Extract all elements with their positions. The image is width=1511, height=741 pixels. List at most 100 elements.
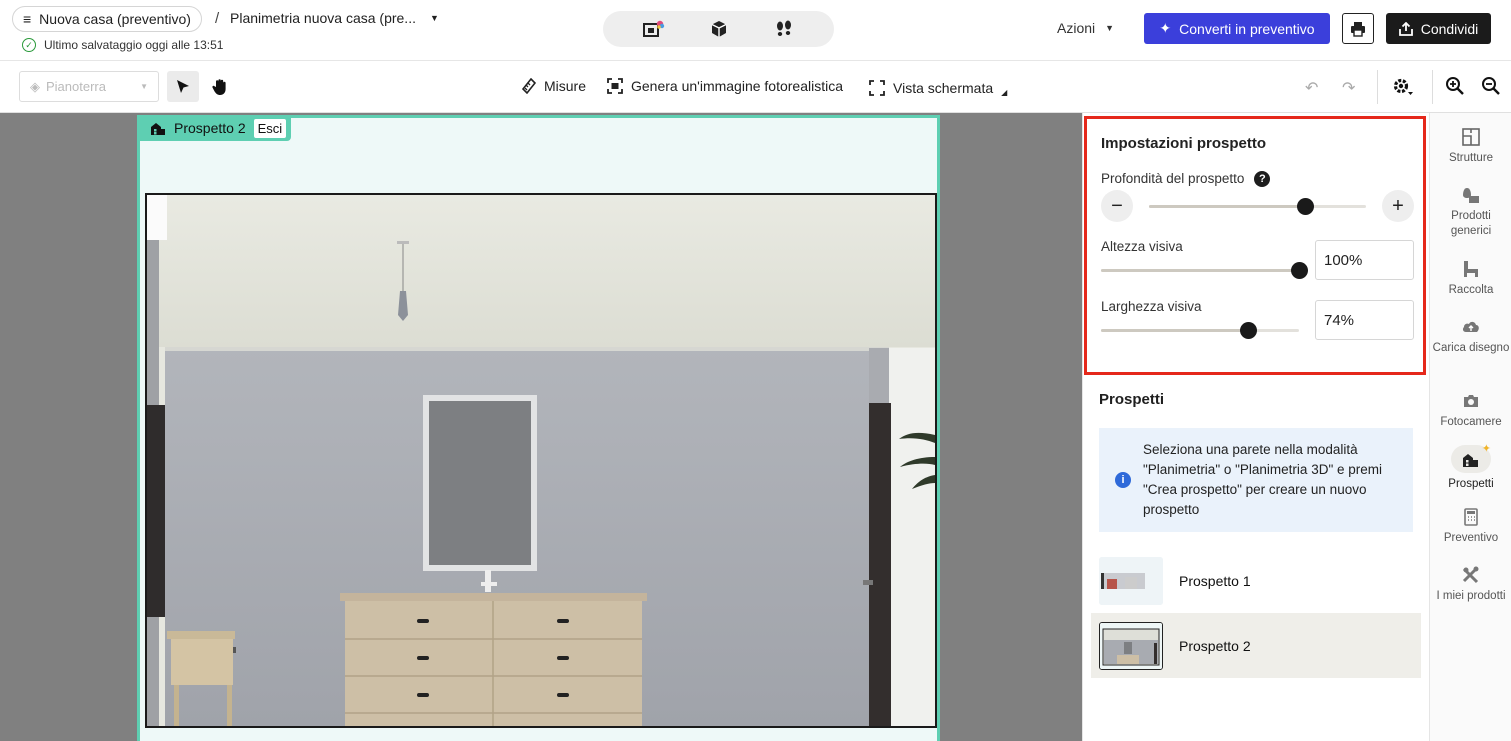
zoom-out-icon <box>1482 77 1500 95</box>
pan-tool-button[interactable] <box>205 71 235 102</box>
rail-item-elevations[interactable]: ✦ Prospetti <box>1430 443 1511 492</box>
plus-icon: + <box>1392 194 1404 217</box>
3d-box-icon <box>711 21 726 37</box>
rail-label: Carica disegno <box>1432 342 1510 354</box>
gear-icon <box>1393 78 1413 95</box>
rail-label: Raccolta <box>1448 284 1494 296</box>
toolbar: ◈ Pianoterra ▼ Misure Genera un'immagine… <box>0 61 1511 113</box>
height-slider-knob[interactable] <box>1291 262 1308 279</box>
undo-icon[interactable]: ↶ <box>1305 78 1318 98</box>
depth-slider-knob[interactable] <box>1297 198 1315 215</box>
info-box: i Seleziona una parete nella modalità "P… <box>1099 428 1413 532</box>
rail-item-cameras[interactable]: Fotocamere <box>1430 391 1511 430</box>
width-slider-knob[interactable] <box>1239 322 1257 339</box>
hamburger-menu-icon: ≡ <box>23 11 32 27</box>
help-icon[interactable]: ? <box>1254 171 1271 188</box>
plan-name: Planimetria nuova casa (pre... <box>230 10 416 26</box>
bathroom-elevation-drawing <box>147 195 935 726</box>
my-products-icon <box>1462 566 1479 584</box>
collection-icon <box>1464 261 1478 277</box>
width-slider-fill <box>1101 329 1248 332</box>
rail-item-upload-drawing[interactable]: Carica disegno <box>1430 317 1511 356</box>
ruler-icon <box>522 78 536 94</box>
walkthrough-footprints-icon <box>776 20 791 36</box>
depth-slider-fill <box>1149 205 1306 208</box>
top-bar: ≡ Nuova casa (preventivo) / Planimetria … <box>0 0 1511 61</box>
render-frame-icon <box>607 78 623 94</box>
sparkle-icon: ✦ <box>1159 20 1172 36</box>
select-tool-button[interactable] <box>167 71 199 102</box>
elevation-settings-panel: Impostazioni prospetto Profondità del pr… <box>1084 116 1426 375</box>
view-walkthrough-button[interactable] <box>769 17 799 41</box>
height-label: Altezza visiva <box>1101 239 1183 254</box>
settings-title: Impostazioni prospetto <box>1101 135 1266 152</box>
rail-item-quote[interactable]: Preventivo <box>1430 507 1511 546</box>
rail-label: Prospetti <box>1448 478 1494 490</box>
2d-plan-icon <box>642 20 664 37</box>
printer-icon <box>1351 21 1365 37</box>
actions-menu[interactable]: Azioni ▼ <box>1057 20 1114 36</box>
elevation-item-1[interactable]: Prospetto 1 <box>1091 548 1421 613</box>
convert-label: Converti in preventivo <box>1179 20 1315 37</box>
zoom-out-button[interactable] <box>1481 76 1501 101</box>
elevation-canvas[interactable]: Prospetto 2 Esci <box>0 113 1082 741</box>
elevation-thumbnail <box>1099 556 1163 605</box>
depth-label: Profondità del prospetto <box>1101 171 1245 186</box>
layers-icon: ◈ <box>30 78 40 94</box>
breadcrumb-separator: / <box>215 10 220 27</box>
rail-item-my-products[interactable]: I miei prodotti <box>1430 565 1511 604</box>
info-text: Seleziona una parete nella modalità "Pla… <box>1143 442 1383 517</box>
depth-decrease-button[interactable]: − <box>1101 190 1133 222</box>
height-input[interactable]: 100% <box>1315 240 1414 280</box>
corner-triangle-icon: ◢ <box>1001 88 1008 97</box>
actions-label: Azioni <box>1057 20 1096 36</box>
project-breadcrumb[interactable]: ≡ Nuova casa (preventivo) <box>12 6 202 32</box>
redo-icon[interactable]: ↷ <box>1342 78 1355 98</box>
height-slider-fill <box>1101 269 1299 272</box>
info-icon: i <box>1115 472 1131 488</box>
photoreal-render-button[interactable]: Genera un'immagine fotorealistica <box>607 78 843 94</box>
zoom-in-icon <box>1446 77 1464 95</box>
chevron-down-icon: ▼ <box>140 82 148 91</box>
screenshot-view-button[interactable]: Vista schermata ◢ <box>869 78 1007 97</box>
save-status-text: Ultimo salvataggio oggi alle 13:51 <box>44 38 224 52</box>
print-button[interactable] <box>1342 13 1374 44</box>
elevation-item-2[interactable]: Prospetto 2 <box>1091 613 1421 678</box>
width-input[interactable]: 74% <box>1315 300 1414 340</box>
calculator-icon <box>1464 508 1478 526</box>
depth-slider[interactable] <box>1149 198 1366 215</box>
convert-to-quote-button[interactable]: ✦ Converti in preventivo <box>1144 13 1330 44</box>
share-button[interactable]: Condividi <box>1386 13 1491 44</box>
share-icon <box>1398 21 1413 36</box>
elevation-name: Prospetto 1 <box>1179 572 1251 589</box>
chevron-down-icon: ▼ <box>429 13 439 23</box>
rail-item-structures[interactable]: Strutture <box>1430 127 1511 166</box>
height-slider[interactable] <box>1101 262 1308 279</box>
elevations-title: Prospetti <box>1099 391 1165 408</box>
measures-label: Misure <box>544 78 587 94</box>
rail-item-collection[interactable]: Raccolta <box>1430 259 1511 298</box>
pointer-arrow-icon <box>177 79 189 93</box>
sparkle-icon: ✦ <box>1481 443 1491 455</box>
rail-label: Strutture <box>1448 152 1494 164</box>
settings-button[interactable] <box>1392 76 1414 101</box>
rail-label: Prodotti generici <box>1450 210 1492 237</box>
exit-button[interactable]: Esci <box>253 118 287 138</box>
rail-label: Preventivo <box>1443 532 1499 544</box>
structures-icon <box>1462 128 1480 146</box>
generic-products-icon <box>1463 188 1479 203</box>
view-2d-button[interactable] <box>639 17 669 41</box>
zoom-in-button[interactable] <box>1445 76 1465 101</box>
depth-increase-button[interactable]: + <box>1382 190 1414 222</box>
right-tool-rail: Strutture Prodotti generici Raccolta Car… <box>1429 113 1511 741</box>
rail-label: Fotocamere <box>1440 416 1502 428</box>
screenshot-frame-icon <box>869 79 885 96</box>
width-slider[interactable] <box>1101 322 1299 339</box>
side-panel: Impostazioni prospetto Profondità del pr… <box>1082 113 1429 741</box>
floor-select[interactable]: ◈ Pianoterra ▼ <box>19 71 159 102</box>
measures-button[interactable]: Misure <box>522 78 586 94</box>
plan-selector[interactable]: Planimetria nuova casa (pre... ▼ <box>230 10 439 26</box>
rail-item-generic-products[interactable]: Prodotti generici <box>1430 185 1511 239</box>
rail-label: I miei prodotti <box>1436 590 1506 602</box>
view-3d-button[interactable] <box>704 17 734 41</box>
